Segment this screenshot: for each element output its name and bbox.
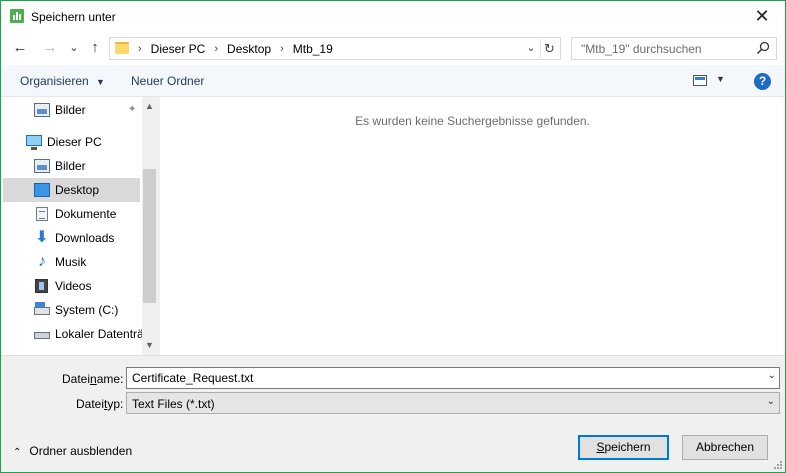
refresh-icon: ↻ (544, 41, 555, 56)
filename-label-part: ame: (96, 372, 124, 386)
scroll-up-icon[interactable]: ▲ (142, 99, 157, 114)
nav-item-label: Bilder (55, 159, 86, 173)
nav-item-label: Dokumente (55, 207, 117, 221)
file-list[interactable]: Es wurden keine Suchergebnisse gefunden. (160, 97, 785, 355)
filetype-label-part: Datei (76, 397, 105, 411)
search-input[interactable] (572, 38, 752, 59)
nav-item-label: Bilder (55, 103, 86, 117)
filename-label-part: Datei (62, 372, 91, 386)
navigation-scrollbar[interactable]: ▲ ▼ (142, 97, 157, 355)
breadcrumb-item-dieser-pc[interactable]: Dieser PC (151, 42, 206, 56)
chevron-up-icon: ⌃ (13, 447, 22, 458)
pin-icon: ✦ (128, 104, 137, 115)
filetype-label-part: yp: (107, 397, 124, 411)
nav-item-bilder-quick[interactable]: Bilder ✦ (3, 98, 140, 122)
filename-label: Dateiname: (62, 372, 123, 386)
breadcrumb-separator-icon[interactable]: › (138, 43, 142, 55)
filename-combobox[interactable]: ⌄ (126, 367, 780, 389)
forward-arrow-icon: → (42, 39, 58, 56)
folder-icon (115, 42, 129, 54)
filetype-value: Text Files (*.txt) (132, 397, 215, 411)
pictures-icon (34, 159, 50, 173)
drive-icon (34, 302, 50, 315)
nav-item-label: Dieser PC (47, 135, 102, 149)
save-form: Dateiname: ⌄ Dateityp: Text Files (*.txt… (1, 355, 785, 472)
refresh-button[interactable]: ↻ (540, 39, 558, 58)
nav-item-label: Downloads (55, 231, 115, 245)
nav-item-label: Musik (55, 255, 87, 269)
save-button[interactable]: Speichern (578, 435, 669, 460)
search-box[interactable] (571, 37, 777, 60)
close-button[interactable]: ✕ (739, 1, 785, 32)
address-bar[interactable]: › Dieser PC › Desktop › Mtb_19 ⌄ ↻ (109, 37, 561, 60)
save-as-dialog: Speichern unter ✕ ← → ⌄ ↑ › Dieser PC › … (0, 0, 786, 473)
view-options-caret-icon[interactable]: ▼ (716, 74, 725, 84)
address-dropdown-button[interactable]: ⌄ (524, 40, 538, 57)
computer-icon (26, 135, 42, 150)
command-toolbar: Organisieren ▼ Neuer Ordner ▼ ? (1, 65, 785, 97)
drive-icon (34, 332, 50, 339)
chevron-down-icon: ⌄ (526, 42, 536, 54)
pictures-icon (34, 103, 50, 117)
back-button[interactable]: ← (10, 38, 30, 58)
organize-button[interactable]: Organisieren ▼ (20, 74, 105, 88)
filename-label-accesskey: n (90, 372, 97, 386)
nav-item-desktop[interactable]: Desktop (3, 178, 140, 202)
scrollbar-thumb[interactable] (143, 169, 156, 303)
scroll-down-icon[interactable]: ▼ (142, 338, 157, 353)
filename-input[interactable] (127, 368, 757, 388)
hide-folders-label: Ordner ausblenden (29, 444, 133, 458)
breadcrumb-separator-icon[interactable]: › (214, 43, 218, 55)
window-title: Speichern unter (31, 10, 116, 24)
nav-item-dieser-pc[interactable]: Dieser PC (3, 130, 140, 154)
breadcrumb-item-mtb19[interactable]: Mtb_19 (293, 42, 333, 56)
chevron-down-icon: ⌄ (766, 396, 775, 407)
breadcrumb-separator-icon[interactable]: › (280, 43, 284, 55)
recent-locations-button[interactable]: ⌄ (64, 38, 84, 58)
nav-item-downloads[interactable]: ⬇ Downloads (3, 226, 140, 250)
nav-item-lokaler-datentraeger[interactable]: Lokaler Datenträ (3, 322, 144, 346)
download-icon: ⬇ (35, 229, 49, 246)
nav-item-bilder[interactable]: Bilder (3, 154, 140, 178)
close-icon: ✕ (754, 6, 770, 26)
breadcrumb-item-desktop[interactable]: Desktop (227, 42, 271, 56)
filetype-select[interactable]: Text Files (*.txt) ⌄ (126, 392, 780, 414)
caret-down-icon: ▼ (96, 77, 105, 87)
navigation-bar: ← → ⌄ ↑ › Dieser PC › Desktop › Mtb_19 ⌄ (1, 32, 785, 65)
nav-item-label: Lokaler Datenträ (55, 327, 144, 341)
videos-icon (35, 279, 48, 293)
up-button[interactable]: ↑ (85, 38, 105, 58)
chevron-down-icon[interactable]: ⌄ (768, 370, 776, 381)
nav-item-videos[interactable]: Videos (3, 274, 140, 298)
save-label: peichern (604, 440, 651, 454)
view-mode-icon[interactable] (693, 75, 707, 86)
hide-folders-button[interactable]: ⌃ Ordner ausblenden (13, 444, 132, 458)
up-arrow-icon: ↑ (91, 39, 99, 56)
new-folder-button[interactable]: Neuer Ordner (131, 74, 204, 88)
nav-item-dokumente[interactable]: Dokumente (3, 202, 140, 226)
chevron-down-icon: ⌄ (69, 42, 79, 54)
nav-item-label: System (C:) (55, 303, 119, 317)
filetype-label: Dateityp: (76, 397, 123, 411)
desktop-icon (34, 183, 50, 197)
music-icon: ♪ (38, 253, 46, 270)
navigation-pane: Bilder ✦ Dieser PC Bilder Desktop Dokume… (1, 97, 157, 355)
app-chart-icon (10, 9, 24, 23)
nav-item-system-c[interactable]: System (C:) (3, 298, 140, 322)
nav-item-musik[interactable]: ♪ Musik (3, 250, 140, 274)
resize-grip-icon[interactable] (773, 460, 783, 470)
organize-label: Organisieren (20, 74, 89, 88)
help-icon[interactable]: ? (754, 73, 771, 90)
forward-button[interactable]: → (40, 38, 60, 58)
nav-item-label: Videos (55, 279, 92, 293)
search-icon[interactable] (756, 41, 770, 55)
breadcrumb: › Dieser PC › Desktop › Mtb_19 (136, 41, 333, 57)
title-bar: Speichern unter ✕ (1, 1, 785, 32)
back-arrow-icon: ← (12, 39, 28, 56)
documents-icon (36, 207, 48, 221)
nav-item-label: Desktop (55, 183, 100, 197)
cancel-button[interactable]: Abbrechen (682, 435, 768, 460)
empty-results-message: Es wurden keine Suchergebnisse gefunden. (355, 114, 590, 128)
